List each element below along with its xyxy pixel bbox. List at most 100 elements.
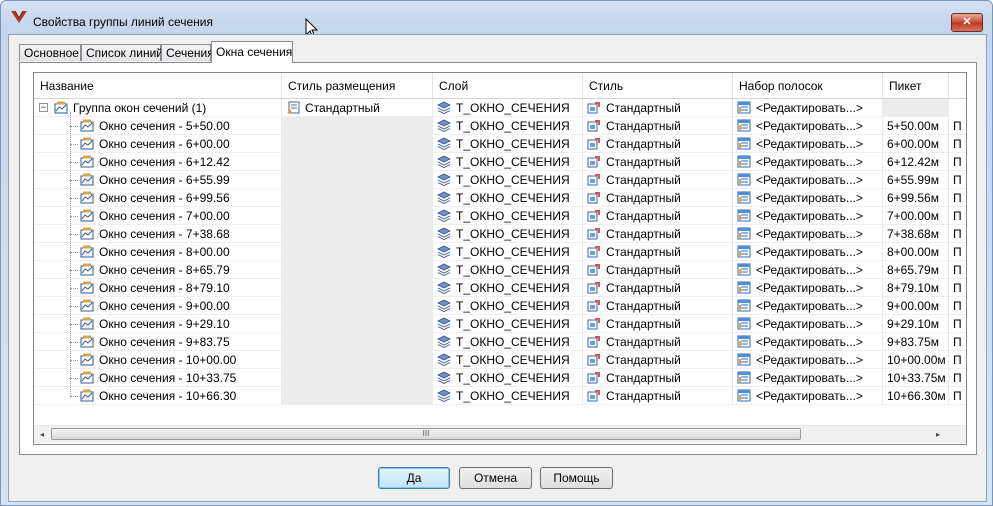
view-name-cell[interactable]: Окно сечения - 7+00.00	[34, 207, 282, 225]
view-name-cell[interactable]: Окно сечения - 9+29.10	[34, 315, 282, 333]
style-cell[interactable]: Стандартный	[583, 369, 733, 387]
band-set-cell[interactable]: <Редактировать...>	[733, 171, 883, 189]
placement-style-cell[interactable]	[282, 333, 433, 351]
ok-button[interactable]: Да	[378, 467, 450, 489]
extra-cell[interactable]: П	[949, 225, 966, 243]
band-set-cell[interactable]: <Редактировать...>	[733, 225, 883, 243]
station-cell[interactable]: 10+00.00м	[883, 351, 949, 369]
view-name-cell[interactable]: Окно сечения - 10+66.30	[34, 387, 282, 405]
extra-cell[interactable]: П	[949, 351, 966, 369]
extra-cell[interactable]: П	[949, 315, 966, 333]
style-cell[interactable]: Стандартный	[583, 315, 733, 333]
view-name-cell[interactable]: Окно сечения - 6+99.56	[34, 189, 282, 207]
placement-style-cell[interactable]	[282, 153, 433, 171]
placement-style-cell[interactable]	[282, 189, 433, 207]
band-set-cell[interactable]: <Редактировать...>	[733, 117, 883, 135]
table-row[interactable]: Окно сечения - 10+33.75 T_ОКНО_СЕЧЕНИЯ Ста…	[34, 369, 966, 387]
style-cell[interactable]: Стандартный	[583, 117, 733, 135]
group-layer-cell[interactable]: T_ОКНО_СЕЧЕНИЯ	[433, 99, 583, 117]
layer-cell[interactable]: T_ОКНО_СЕЧЕНИЯ	[433, 369, 583, 387]
horizontal-scrollbar[interactable]: ◂ III ▸	[34, 425, 966, 443]
style-cell[interactable]: Стандартный	[583, 153, 733, 171]
table-row[interactable]: Окно сечения - 9+83.75 T_ОКНО_СЕЧЕНИЯ Стан…	[34, 333, 966, 351]
layer-cell[interactable]: T_ОКНО_СЕЧЕНИЯ	[433, 243, 583, 261]
extra-cell[interactable]: П	[949, 135, 966, 153]
column-header-station[interactable]: Пикет	[883, 73, 949, 98]
station-cell[interactable]: 10+66.30м	[883, 387, 949, 405]
station-cell[interactable]: 6+55.99м	[883, 171, 949, 189]
placement-style-cell[interactable]	[282, 297, 433, 315]
view-name-cell[interactable]: Окно сечения - 9+83.75	[34, 333, 282, 351]
table-row[interactable]: Окно сечения - 9+29.10 T_ОКНО_СЕЧЕНИЯ Стан…	[34, 315, 966, 333]
style-cell[interactable]: Стандартный	[583, 297, 733, 315]
extra-cell[interactable]: П	[949, 297, 966, 315]
layer-cell[interactable]: T_ОКНО_СЕЧЕНИЯ	[433, 279, 583, 297]
extra-cell[interactable]: П	[949, 207, 966, 225]
style-cell[interactable]: Стандартный	[583, 135, 733, 153]
view-name-cell[interactable]: Окно сечения - 6+55.99	[34, 171, 282, 189]
layer-cell[interactable]: T_ОКНО_СЕЧЕНИЯ	[433, 135, 583, 153]
placement-style-cell[interactable]	[282, 207, 433, 225]
station-cell[interactable]: 7+00.00м	[883, 207, 949, 225]
layer-cell[interactable]: T_ОКНО_СЕЧЕНИЯ	[433, 261, 583, 279]
table-row[interactable]: Окно сечения - 8+79.10 T_ОКНО_СЕЧЕНИЯ Стан…	[34, 279, 966, 297]
station-cell[interactable]: 6+12.42м	[883, 153, 949, 171]
style-cell[interactable]: Стандартный	[583, 243, 733, 261]
close-button[interactable]: ✕	[951, 13, 983, 32]
column-header-style[interactable]: Стиль	[583, 73, 733, 98]
extra-cell[interactable]: П	[949, 333, 966, 351]
station-cell[interactable]: 10+33.75м	[883, 369, 949, 387]
group-placement-cell[interactable]: Стандартный	[282, 99, 433, 117]
band-set-cell[interactable]: <Редактировать...>	[733, 333, 883, 351]
style-cell[interactable]: Стандартный	[583, 351, 733, 369]
table-row[interactable]: Окно сечения - 6+12.42 T_ОКНО_СЕЧЕНИЯ Стан…	[34, 153, 966, 171]
table-row[interactable]: Окно сечения - 6+99.56 T_ОКНО_СЕЧЕНИЯ Стан…	[34, 189, 966, 207]
placement-style-cell[interactable]	[282, 225, 433, 243]
layer-cell[interactable]: T_ОКНО_СЕЧЕНИЯ	[433, 117, 583, 135]
layer-cell[interactable]: T_ОКНО_СЕЧЕНИЯ	[433, 351, 583, 369]
band-set-cell[interactable]: <Редактировать...>	[733, 189, 883, 207]
view-name-cell[interactable]: Окно сечения - 10+33.75	[34, 369, 282, 387]
band-set-cell[interactable]: <Редактировать...>	[733, 315, 883, 333]
band-set-cell[interactable]: <Редактировать...>	[733, 369, 883, 387]
band-set-cell[interactable]: <Редактировать...>	[733, 207, 883, 225]
view-name-cell[interactable]: Окно сечения - 9+00.00	[34, 297, 282, 315]
extra-cell[interactable]: П	[949, 117, 966, 135]
band-set-cell[interactable]: <Редактировать...>	[733, 387, 883, 405]
scroll-thumb[interactable]: III	[51, 428, 801, 440]
table-row[interactable]: Окно сечения - 9+00.00 T_ОКНО_СЕЧЕНИЯ Стан…	[34, 297, 966, 315]
layer-cell[interactable]: T_ОКНО_СЕЧЕНИЯ	[433, 171, 583, 189]
tab-basic[interactable]: Основное	[19, 44, 81, 61]
placement-style-cell[interactable]	[282, 315, 433, 333]
layer-cell[interactable]: T_ОКНО_СЕЧЕНИЯ	[433, 333, 583, 351]
group-band-cell[interactable]: <Редактировать...>	[733, 99, 883, 117]
placement-style-cell[interactable]	[282, 171, 433, 189]
table-row[interactable]: Окно сечения - 5+50.00 T_ОКНО_СЕЧЕНИЯ Стан…	[34, 117, 966, 135]
station-cell[interactable]: 5+50.00м	[883, 117, 949, 135]
band-set-cell[interactable]: <Редактировать...>	[733, 135, 883, 153]
section-views-grid[interactable]: Название Стиль размещения Слой Стиль Наб…	[33, 72, 967, 445]
view-name-cell[interactable]: Окно сечения - 7+38.68	[34, 225, 282, 243]
station-cell[interactable]: 9+83.75м	[883, 333, 949, 351]
placement-style-cell[interactable]	[282, 369, 433, 387]
layer-cell[interactable]: T_ОКНО_СЕЧЕНИЯ	[433, 297, 583, 315]
table-row[interactable]: Окно сечения - 6+55.99 T_ОКНО_СЕЧЕНИЯ Стан…	[34, 171, 966, 189]
placement-style-cell[interactable]	[282, 351, 433, 369]
group-station-cell[interactable]	[883, 99, 949, 117]
table-row[interactable]: Окно сечения - 7+38.68 T_ОКНО_СЕЧЕНИЯ Стан…	[34, 225, 966, 243]
extra-cell[interactable]: П	[949, 387, 966, 405]
station-cell[interactable]: 8+65.79м	[883, 261, 949, 279]
style-cell[interactable]: Стандартный	[583, 279, 733, 297]
column-header-placement-style[interactable]: Стиль размещения	[282, 73, 433, 98]
layer-cell[interactable]: T_ОКНО_СЕЧЕНИЯ	[433, 387, 583, 405]
style-cell[interactable]: Стандартный	[583, 333, 733, 351]
extra-cell[interactable]: П	[949, 369, 966, 387]
station-cell[interactable]: 9+00.00м	[883, 297, 949, 315]
style-cell[interactable]: Стандартный	[583, 207, 733, 225]
table-row[interactable]: Окно сечения - 6+00.00 T_ОКНО_СЕЧЕНИЯ Стан…	[34, 135, 966, 153]
cancel-button[interactable]: Отмена	[459, 467, 532, 489]
title-bar[interactable]: Свойства группы линий сечения ✕	[1, 1, 992, 32]
band-set-cell[interactable]: <Редактировать...>	[733, 261, 883, 279]
style-cell[interactable]: Стандартный	[583, 225, 733, 243]
group-name-cell[interactable]: − Группа окон сечений (1)	[34, 99, 282, 117]
